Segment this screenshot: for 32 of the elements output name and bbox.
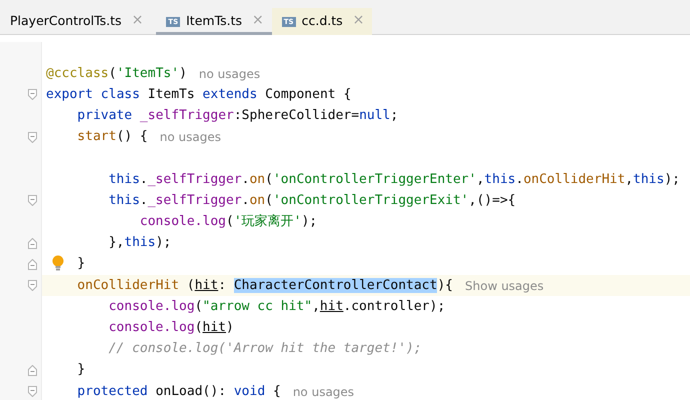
code-line: },this); (108, 234, 172, 252)
fold-icon[interactable] (28, 258, 37, 270)
inlay-hint[interactable]: no usages (292, 384, 354, 399)
inlay-hint[interactable]: no usages (160, 130, 221, 144)
code-line: console.log("arrow cc hit",hit.controller); (108, 298, 446, 316)
code-line: console.log('玩家离开'); (140, 213, 318, 232)
fold-icon[interactable] (28, 238, 37, 249)
inlay-hint[interactable]: Show usages (465, 278, 544, 293)
fold-icon[interactable] (28, 364, 37, 376)
fold-icon[interactable] (28, 386, 37, 398)
code-line: this._selfTrigger.on('onControllerTriggerEnter',this.onColliderHit,this); (108, 170, 680, 189)
code-line: this._selfTrigger.on('onControllerTriggerExit',()=>{ (108, 192, 516, 210)
code-line: } (77, 255, 86, 274)
fold-icon[interactable] (28, 132, 37, 143)
code-line: console.log(hit) (108, 319, 234, 338)
close-tab-icon[interactable]: × (252, 12, 264, 28)
close-tab-icon[interactable]: × (132, 12, 144, 28)
fold-icon[interactable] (28, 195, 37, 206)
fold-icon[interactable] (28, 280, 37, 292)
lightbulb-icon[interactable] (52, 254, 64, 271)
code-line: protected onLoad(): void { (77, 382, 281, 400)
code-line: start() { (77, 128, 148, 146)
close-tab-icon[interactable]: × (352, 12, 364, 28)
editor-tab[interactable]: PlayerControlTs.ts × (0, 8, 152, 35)
code-line: } (77, 361, 86, 380)
fold-icon[interactable] (28, 89, 37, 100)
inlay-hint[interactable]: no usages (198, 66, 260, 81)
code-line: @ccclass('ItemTs') (46, 64, 187, 83)
code-line: onColliderHit (hit: CharacterControllerContact){ (77, 276, 453, 295)
code-line: export class ItemTs extends Component { (46, 86, 352, 104)
code-line: // console.log('Arrow hit the target!'); (108, 340, 422, 358)
code-line: private _selfTrigger:SphereCollider=null; (77, 107, 398, 126)
